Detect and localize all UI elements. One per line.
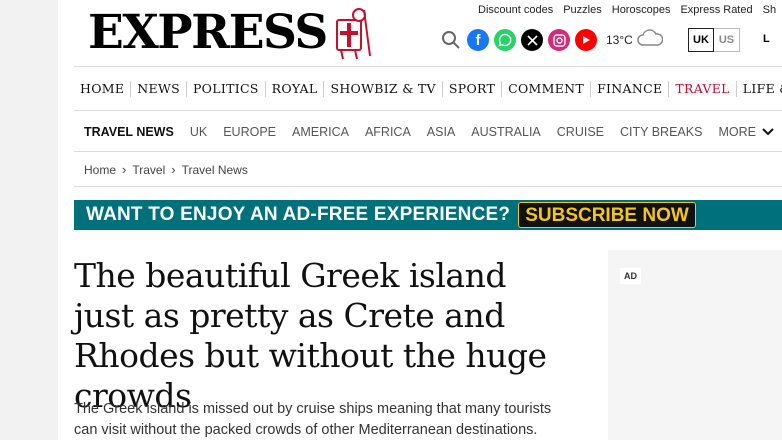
top-link-shop[interactable]: Sh (763, 4, 776, 16)
weather-temperature: 13°C (606, 33, 633, 47)
section-nav: TRAVEL NEWS UK EUROPE AMERICA AFRICA ASI… (74, 112, 782, 152)
section-australia[interactable]: AUSTRALIA (463, 125, 548, 139)
logo-text: EXPRESS (88, 5, 328, 60)
section-more-button[interactable]: MORE (710, 125, 782, 139)
nav-showbiz-tv[interactable]: SHOWBIZ & TV (324, 80, 443, 97)
login-link[interactable]: L (763, 33, 770, 45)
breadcrumb: Home › Travel › Travel News (74, 153, 782, 187)
search-icon[interactable] (440, 29, 462, 51)
nav-home[interactable]: HOME (74, 80, 132, 97)
crusader-crest-icon (335, 8, 371, 60)
nav-news[interactable]: NEWS (131, 80, 187, 97)
main-nav: HOME NEWS POLITICS ROYAL SHOWBIZ & TV SP… (74, 66, 782, 111)
nav-life-style[interactable]: LIFE & STY (737, 81, 782, 97)
nav-politics[interactable]: POLITICS (187, 80, 266, 97)
top-link-puzzles[interactable]: Puzzles (563, 4, 602, 16)
top-link-express-rated[interactable]: Express Rated (680, 4, 752, 16)
nav-comment[interactable]: COMMENT (502, 80, 592, 97)
section-asia[interactable]: ASIA (419, 125, 464, 139)
breadcrumb-travel[interactable]: Travel (132, 163, 165, 177)
nav-sport[interactable]: SPORT (443, 80, 503, 97)
edition-us-button[interactable]: US (714, 28, 740, 52)
instagram-icon[interactable] (548, 29, 570, 51)
chevron-down-icon (762, 127, 774, 135)
nav-travel[interactable]: TRAVEL (669, 80, 737, 97)
edition-uk-button[interactable]: UK (688, 28, 714, 52)
nav-finance[interactable]: FINANCE (591, 80, 670, 97)
article-headline: The beautiful Greek island just as prett… (74, 256, 547, 415)
advertisement-slot[interactable]: AD (608, 250, 782, 440)
section-america[interactable]: AMERICA (284, 125, 357, 139)
top-link-discount-codes[interactable]: Discount codes (478, 4, 553, 16)
nav-royal[interactable]: ROYAL (266, 80, 325, 97)
youtube-icon[interactable] (575, 29, 597, 51)
subscribe-now-button[interactable]: SUBSCRIBE NOW (518, 202, 696, 228)
facebook-icon[interactable]: f (467, 29, 489, 51)
x-icon[interactable] (521, 29, 543, 51)
section-city-breaks[interactable]: CITY BREAKS (612, 125, 710, 139)
chevron-right-icon: › (171, 162, 176, 177)
page: EXPRESS Discount codes Puzzles Horoscope… (58, 0, 782, 440)
ad-label: AD (620, 268, 641, 284)
section-europe[interactable]: EUROPE (215, 125, 284, 139)
edition-switch: UK US (688, 28, 740, 52)
breadcrumb-home[interactable]: Home (84, 163, 116, 177)
article-standfirst: The Greek island is missed out by cruise… (74, 401, 552, 438)
subscribe-banner[interactable]: WANT TO ENJOY AN AD-FREE EXPERIENCE? SUB… (74, 200, 782, 230)
more-label: MORE (718, 124, 756, 139)
cloud-icon (637, 28, 664, 52)
section-travel-news[interactable]: TRAVEL NEWS (74, 125, 182, 139)
express-logo[interactable]: EXPRESS (88, 6, 373, 60)
top-links: Discount codes Puzzles Horoscopes Expres… (478, 4, 776, 16)
section-africa[interactable]: AFRICA (357, 125, 419, 139)
breadcrumb-travel-news[interactable]: Travel News (182, 163, 248, 177)
header-tools: f 13°C (440, 28, 664, 52)
whatsapp-icon[interactable] (494, 29, 516, 51)
top-link-horoscopes[interactable]: Horoscopes (612, 4, 671, 16)
chevron-right-icon: › (122, 162, 127, 177)
section-uk[interactable]: UK (182, 125, 215, 139)
banner-question: WANT TO ENJOY AN AD-FREE EXPERIENCE? (86, 204, 511, 225)
section-cruise[interactable]: CRUISE (549, 125, 612, 139)
